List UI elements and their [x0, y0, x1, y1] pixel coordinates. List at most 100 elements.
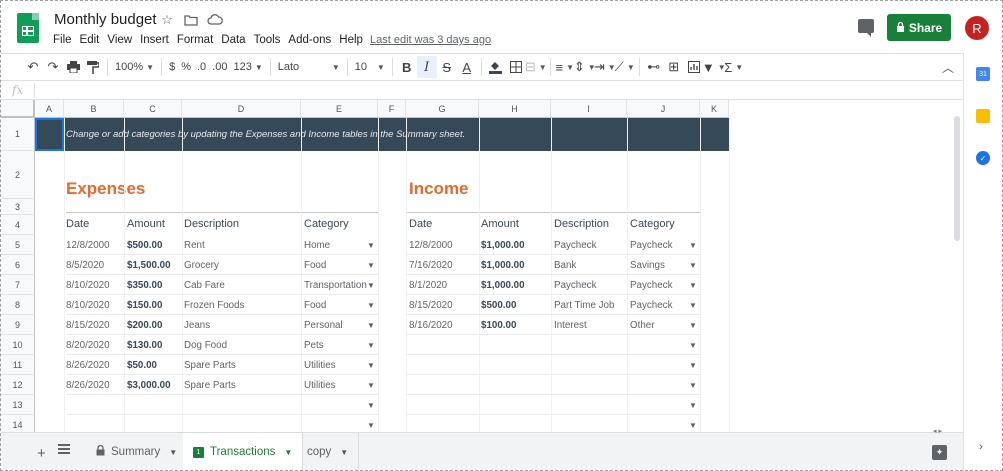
more-formats-select[interactable]: 123 ▼ [230, 56, 265, 78]
caret-down-icon[interactable]: ▼ [367, 341, 375, 350]
comment-history-icon[interactable] [858, 19, 874, 37]
column-header[interactable]: D [182, 100, 301, 118]
collapse-menu-icon[interactable]: ︿ [942, 59, 954, 76]
filter-icon[interactable]: ▼ ▼ [702, 56, 726, 78]
selected-cell[interactable] [35, 118, 64, 151]
document-title[interactable]: Monthly budget [54, 11, 157, 28]
row-header[interactable]: 11 [1, 355, 35, 375]
select-all-corner[interactable] [1, 100, 35, 118]
caret-down-icon[interactable]: ▼ [689, 261, 697, 270]
menu-tools[interactable]: Tools [254, 34, 286, 46]
caret-down-icon[interactable]: ▼ [689, 361, 697, 370]
caret-down-icon[interactable]: ▼ [367, 321, 375, 330]
column-header[interactable]: B [64, 100, 124, 118]
caret-down-icon[interactable]: ▼ [689, 421, 697, 430]
functions-button[interactable]: Σ ▼ [724, 56, 744, 78]
decrease-decimal-button[interactable]: .0 [194, 56, 209, 78]
keep-icon[interactable] [976, 109, 990, 123]
column-header[interactable]: K [700, 100, 729, 118]
paint-format-icon[interactable] [83, 56, 103, 78]
expenses-cell[interactable]: Utilities [304, 360, 336, 371]
row-header[interactable]: 2 [1, 151, 35, 199]
menu-edit[interactable]: Edit [80, 34, 105, 46]
vertical-scrollbar[interactable] [954, 116, 960, 241]
last-edit-link[interactable]: Last edit was 3 days ago [370, 34, 491, 46]
column-header[interactable]: F [378, 100, 406, 118]
currency-format-button[interactable]: $ [166, 56, 178, 78]
merge-cells-icon[interactable]: ⊟ ▼ [525, 56, 547, 78]
fill-color-icon[interactable] [486, 56, 506, 78]
column-header[interactable]: I [551, 100, 627, 118]
expenses-cell[interactable]: Personal [304, 320, 343, 331]
column-header[interactable]: H [479, 100, 551, 118]
share-button[interactable]: Share [887, 14, 951, 41]
row-header[interactable]: 12 [1, 375, 35, 395]
strikethrough-button[interactable]: S [437, 56, 457, 78]
tab-transactions[interactable]: 1 Transactions ▼ [183, 433, 304, 470]
row-header[interactable]: 10 [1, 335, 35, 355]
column-header[interactable]: E [301, 100, 378, 118]
caret-down-icon[interactable]: ▼ [367, 401, 375, 410]
income-cell[interactable]: Paycheck [630, 300, 672, 311]
column-header[interactable]: A [35, 100, 64, 118]
calendar-icon[interactable]: 31 [976, 67, 990, 81]
caret-down-icon[interactable]: ▼ [367, 361, 375, 370]
vertical-align-icon[interactable]: ⇕ ▼ [574, 56, 596, 78]
scroll-arrows-icon[interactable]: ◂ ▸ [933, 427, 942, 435]
font-select[interactable]: Lato ▼ [275, 56, 343, 78]
caret-down-icon[interactable]: ▼ [367, 241, 375, 250]
move-folder-icon[interactable] [183, 12, 199, 28]
tab-copy[interactable]: copy ▼ [297, 433, 360, 470]
caret-down-icon[interactable]: ▼ [689, 281, 697, 290]
caret-down-icon[interactable]: ▼ [169, 448, 177, 457]
all-sheets-icon[interactable] [58, 444, 70, 456]
insert-comment-icon[interactable]: ⊞ [664, 56, 684, 78]
row-header[interactable]: 6 [1, 255, 35, 275]
expenses-cell[interactable]: Food [304, 260, 326, 271]
caret-down-icon[interactable]: ▼ [689, 381, 697, 390]
redo-icon[interactable]: ↷ [43, 56, 63, 78]
menu-help[interactable]: Help [339, 34, 368, 46]
cloud-status-icon[interactable] [207, 12, 223, 28]
row-header[interactable]: 13 [1, 395, 35, 415]
tasks-icon[interactable]: ✓ [976, 151, 990, 165]
expenses-cell[interactable]: Transportation [304, 280, 367, 291]
explore-icon[interactable]: ✦ [932, 445, 947, 460]
bold-button[interactable]: B [397, 56, 417, 78]
caret-down-icon[interactable]: ▼ [689, 341, 697, 350]
menu-data[interactable]: Data [221, 34, 250, 46]
income-cell[interactable]: Savings [630, 260, 665, 271]
menu-format[interactable]: Format [177, 34, 218, 46]
avatar[interactable]: R [965, 16, 989, 40]
row-header[interactable]: 1 [1, 118, 35, 151]
caret-down-icon[interactable]: ▼ [367, 421, 375, 430]
text-rotation-icon[interactable]: ⟋ ▼ [615, 56, 635, 78]
percent-format-button[interactable]: % [178, 56, 194, 78]
star-icon[interactable]: ☆ [159, 12, 175, 28]
caret-down-icon[interactable]: ▼ [284, 448, 292, 457]
caret-down-icon[interactable]: ▼ [340, 448, 348, 457]
expenses-cell[interactable]: Pets [304, 340, 324, 351]
insert-link-icon[interactable]: ⊷ [644, 56, 664, 78]
row-header[interactable]: 8 [1, 295, 35, 315]
column-header[interactable]: G [406, 100, 479, 118]
increase-decimal-button[interactable]: .00 [209, 56, 230, 78]
income-cell[interactable]: Paycheck [630, 280, 672, 291]
caret-down-icon[interactable]: ▼ [689, 301, 697, 310]
menu-file[interactable]: File [53, 34, 77, 46]
menu-addons[interactable]: Add-ons [288, 34, 336, 46]
print-icon[interactable] [63, 56, 83, 78]
caret-down-icon[interactable]: ▼ [367, 301, 375, 310]
row-header[interactable]: 4 [1, 215, 35, 235]
sheets-logo-icon[interactable] [17, 13, 39, 43]
borders-icon[interactable] [506, 56, 526, 78]
expenses-cell[interactable]: Utilities [304, 380, 336, 391]
add-sheet-icon[interactable]: + [37, 445, 46, 462]
insert-chart-icon[interactable] [684, 56, 704, 78]
zoom-select[interactable]: 100% ▼ [112, 56, 157, 78]
expenses-cell[interactable]: Food [304, 300, 326, 311]
caret-down-icon[interactable]: ▼ [367, 281, 375, 290]
caret-down-icon[interactable]: ▼ [689, 401, 697, 410]
caret-down-icon[interactable]: ▼ [367, 261, 375, 270]
row-header[interactable]: 3 [1, 199, 35, 215]
